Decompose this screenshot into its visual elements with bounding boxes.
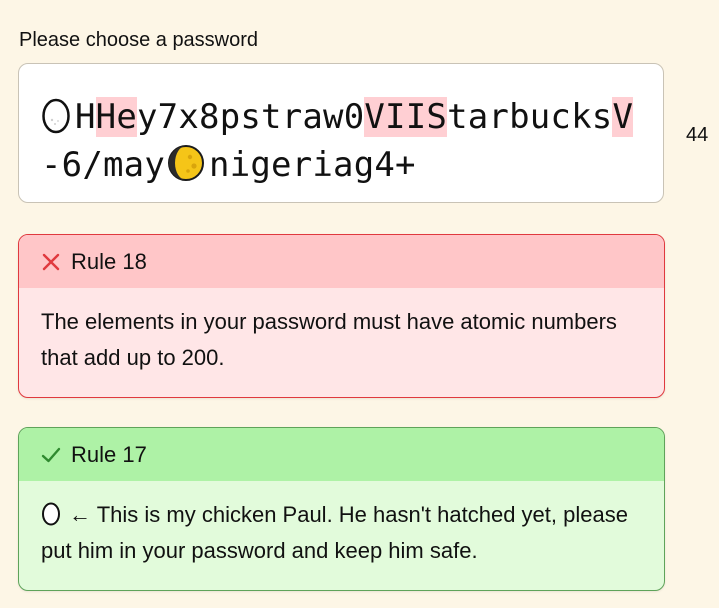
- rule-description: ← This is my chicken Paul. He hasn't hat…: [19, 481, 664, 569]
- rule-title: Rule 17: [71, 441, 147, 467]
- password-segment-highlight: He: [95, 97, 138, 137]
- password-segment: H: [75, 97, 96, 137]
- password-segment: -6/may: [41, 145, 166, 185]
- egg-icon: [41, 96, 71, 134]
- arrow-left: ←: [69, 502, 91, 527]
- rule-card-18: Rule 18 The elements in your password mu…: [18, 234, 665, 398]
- password-segment-highlight: VIIS: [364, 97, 448, 137]
- password-length-count: 44: [686, 124, 709, 146]
- rule-text: This is my chicken Paul. He hasn't hatch…: [41, 502, 628, 563]
- password-segment: tarbucks: [447, 97, 613, 137]
- password-text[interactable]: HHey7x8pstraw0VIIStarbucksV -6/may nigeria…: [41, 93, 651, 189]
- password-segment-highlight: V: [612, 97, 634, 137]
- rule-card-17: Rule 17 ← This is my chicken Paul. He ha…: [18, 427, 665, 591]
- moon-icon: [167, 144, 205, 182]
- check-icon: [41, 445, 61, 465]
- rule-description: The elements in your password must have …: [41, 309, 617, 370]
- rule-title: Rule 18: [71, 248, 147, 274]
- x-icon: [41, 252, 61, 272]
- password-segment: nigeriag4+: [209, 145, 416, 185]
- egg-icon: [41, 500, 61, 526]
- password-input[interactable]: HHey7x8pstraw0VIIStarbucksV -6/may nigeria…: [18, 63, 664, 203]
- rule-header: Rule 18: [19, 235, 664, 288]
- rule-header: Rule 17: [19, 428, 664, 481]
- password-segment: y7x8pstraw0: [137, 97, 365, 137]
- password-label: Please choose a password: [19, 29, 259, 51]
